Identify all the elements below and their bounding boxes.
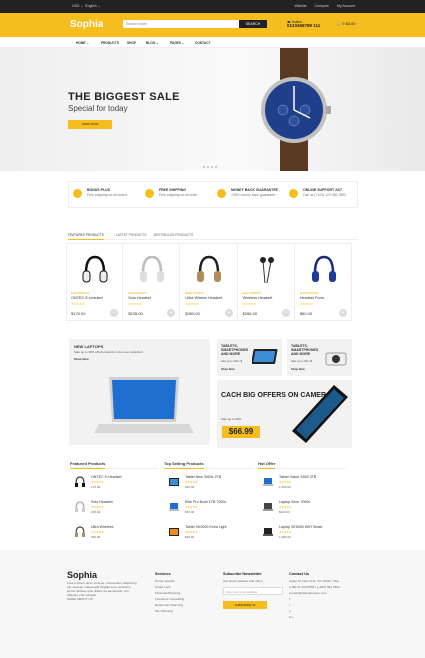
laptop-image — [94, 377, 194, 433]
cart-count: 0 — [342, 21, 345, 26]
hero-shop-button[interactable]: SHOP NOW — [68, 120, 112, 129]
camera-image — [325, 352, 347, 366]
cart-icon: 🛒 — [336, 21, 341, 26]
banner-tablets-2[interactable]: TABLETS, SMARTPHONES AND MORE Sale up to… — [287, 339, 352, 376]
slider-dots[interactable] — [203, 166, 217, 168]
truck-icon — [145, 189, 154, 198]
product-tabs: FEATURED PRODUCTS LATEST PRODUCTS BESTSE… — [68, 232, 358, 240]
product-card[interactable]: ELECTRONICS Headset Porro ★★★★★ $60.00 + — [296, 244, 351, 320]
search-button[interactable]: SEARCH — [239, 20, 267, 28]
logo[interactable]: Sophia — [70, 19, 103, 30]
hotline: ☎ Hotline: 0123456789 111 — [287, 20, 320, 28]
product-card[interactable]: ELECTRONICS ONTEC E-headset ★★★★★ $175.00 + — [67, 244, 124, 320]
footer-about: Lorem ipsum dolor sit amet, consectetur … — [67, 581, 137, 601]
tab-latest[interactable]: LATEST PRODUCTS — [116, 233, 147, 237]
product-grid: ELECTRONICS ONTEC E-headset ★★★★★ $175.00 + … — [66, 243, 352, 321]
nav-blog[interactable]: BLOG ⌄ — [146, 41, 159, 45]
watch-image — [261, 48, 331, 171]
add-to-cart-button[interactable]: + — [167, 309, 176, 317]
footer-logo[interactable]: Sophia — [67, 570, 97, 580]
nav-pages[interactable]: PAGES ⌄ — [170, 41, 184, 45]
currency-select[interactable]: USD ⌄ — [72, 4, 83, 8]
product-card[interactable]: ELECTRONICS Wireless Headset ★★★★★ $266.00 + — [239, 244, 295, 320]
list-item[interactable]: Tablet XK3000 Extra Light ★★★★★ $60.00 — [164, 522, 252, 544]
list-item[interactable]: Elite Pro Book 1TB 7000c ★★★★★ $52.00 — [164, 497, 252, 519]
nav-shop[interactable]: SHOP — [127, 41, 136, 45]
newsletter-email-input[interactable]: Enter your email address — [223, 587, 283, 595]
headset-image — [82, 255, 108, 283]
banner-laptops[interactable]: NEW LAPTOPS Sale up to 30% off all produ… — [69, 339, 210, 445]
feature-bonus: BONUS PLUS Free shipping on all orders — [69, 182, 141, 207]
tab-bestseller[interactable]: BESTSELLER PRODUCTS — [154, 233, 193, 237]
headset-image — [311, 255, 336, 282]
features-bar: BONUS PLUS Free shipping on all orders FR… — [68, 181, 358, 208]
banner-tablets-1-link[interactable]: Shop Now — [221, 367, 235, 371]
product-card[interactable]: ELECTRONICS Ultra Wirelss Headset ★★★★★ $39… — [181, 244, 238, 320]
product-card[interactable]: ELECTRONICS Solo Headset ★★★★★ $235.00 + — [124, 244, 181, 320]
banner-laptops-link[interactable]: Shop Now — [74, 357, 89, 361]
gift-icon — [73, 189, 82, 198]
feature-shipping: FREE SHIPPING Free shipping on all order — [141, 182, 213, 207]
phone-image — [292, 385, 348, 443]
search-input[interactable]: Search entire — [123, 20, 239, 28]
cart-price: $0.00 — [345, 21, 356, 26]
more-about-link[interactable]: MORE ABOUT US — [67, 597, 93, 601]
featured-products: Featured Products ONTEC E-Headset ★★★★★ 17… — [70, 461, 158, 544]
hero-slider: THE BIGGEST SALE Special for today SHOP … — [0, 48, 425, 171]
earphones-image — [259, 257, 274, 284]
footer-services: Services Home Guards Smart Lock Financia… — [155, 572, 185, 614]
nav-home[interactable]: HOME ⌄ — [76, 41, 89, 45]
wishlist-link[interactable]: Wishlist — [294, 4, 306, 8]
compare-link[interactable]: Compare — [315, 4, 329, 8]
add-to-cart-button[interactable]: + — [281, 309, 290, 317]
top-bar: USD ⌄ English ⌄ Wishlist Compare My Acco… — [0, 0, 425, 13]
footer-newsletter: Subscribe Newsletter Get latest updates … — [223, 572, 264, 583]
feature-support: ONLINE SUPPORT 24/7 Call us (+123) 123 45… — [285, 182, 357, 207]
nav-products[interactable]: PRODUCTS — [101, 41, 119, 45]
hotline-number: 0123456789 111 — [287, 23, 321, 28]
banner-tablets-1[interactable]: TABLETS, SMARTPHONES AND MORE Sale up to… — [217, 339, 282, 376]
hero-title: THE BIGGEST SALE — [68, 91, 180, 103]
banner-cameras[interactable]: CACH BIG OFFERS ON CAMERAS Sale up to 30… — [217, 380, 352, 448]
account-link[interactable]: My Account — [337, 4, 355, 8]
money-icon — [217, 189, 226, 198]
list-item[interactable]: Laptop XE5000 WiFi Smart ★★★★★ 1,280.00 — [258, 522, 346, 544]
footer-link[interactable]: Tax Planning — [155, 608, 184, 614]
list-item[interactable]: Solo Headset ★★★★★ 235.00 — [70, 497, 158, 519]
support-icon — [289, 189, 298, 198]
tablet-image — [252, 349, 278, 364]
hero-subtitle: Special for today — [68, 104, 128, 113]
language-select[interactable]: English ⌄ — [85, 4, 100, 8]
search-bar: Search entire SEARCH — [123, 20, 267, 28]
list-item[interactable]: Ultra Wireless ★★★★★ 390.00 — [70, 522, 158, 544]
subscribe-button[interactable]: SUBSCRIBE US — [223, 601, 267, 609]
list-item[interactable]: ONTEC E-Headset ★★★★★ 175.00 — [70, 472, 158, 494]
list-item[interactable]: Tablet New 3000c 2TB ★★★★★ $40.00 — [164, 472, 252, 494]
footer: Sophia Lorem ipsum dolor sit amet, conse… — [0, 550, 425, 658]
footer-contact: Contact Us Apple St. New York, NY 10012,… — [289, 571, 359, 620]
main-nav: HOME ⌄ PRODUCTS SHOP BLOG ⌄ PAGES ⌄ CONT… — [0, 37, 425, 48]
add-to-cart-button[interactable]: + — [224, 309, 233, 317]
nav-contact[interactable]: CONTACT — [195, 41, 210, 45]
tab-featured[interactable]: FEATURED PRODUCTS — [68, 233, 104, 240]
headset-image — [140, 255, 165, 282]
list-item[interactable]: Tablet Vision X800 3TB ★★★★★ 1,280.00 — [258, 472, 346, 494]
headset-image — [197, 255, 222, 282]
add-to-cart-button[interactable]: + — [339, 309, 348, 317]
google-plus-icon[interactable]: G+ — [289, 614, 359, 620]
banner-cameras-price: $66.99 — [222, 426, 260, 438]
hot-offer: Hot Offer Tablet Vision X800 3TB ★★★★★ 1,2… — [258, 461, 346, 544]
top-selling-products: Top Selling Products Tablet New 3000c 2T… — [164, 461, 252, 544]
list-item[interactable]: Laptop Xeon 7000c ★★★★★ $220.00 — [258, 497, 346, 519]
banner-tablets-2-link[interactable]: Shop Now — [291, 367, 305, 371]
feature-money-back: MONEY BACK GUARANTEE 100% money back guar… — [213, 182, 285, 207]
add-to-cart-button[interactable]: + — [110, 309, 119, 317]
cart-button[interactable]: 🛒 0 $0.00 — [336, 21, 355, 26]
